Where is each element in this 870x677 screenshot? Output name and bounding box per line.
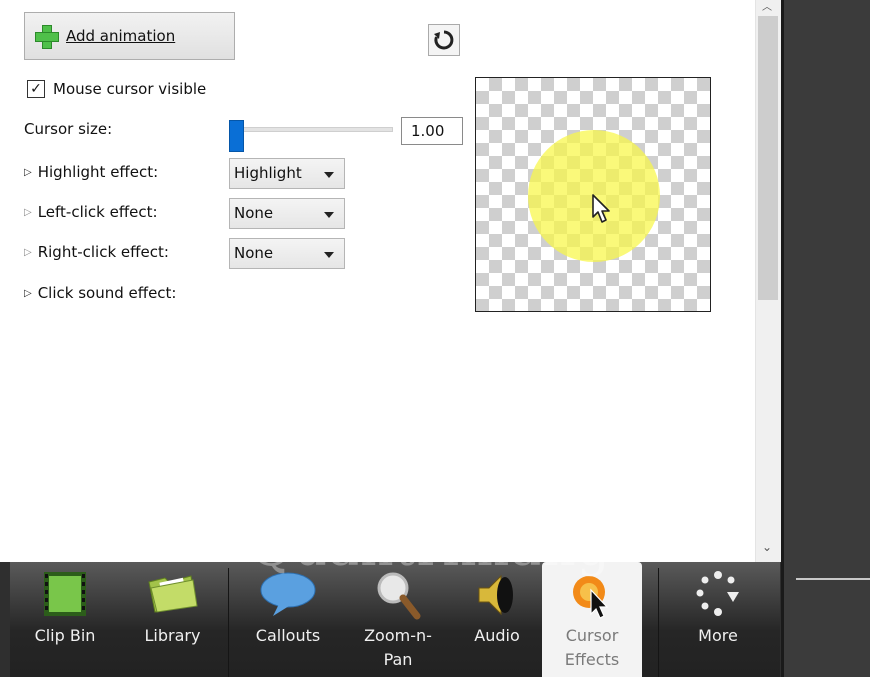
plus-icon: [34, 24, 59, 49]
more-dots-icon: [696, 571, 739, 616]
chevron-down-icon: [324, 212, 334, 218]
task-tabs-bar: Clip Bin Library Callouts Zoom-n- Pan Au…: [0, 562, 781, 677]
vertical-scrollbar[interactable]: ︿ ⌄: [755, 0, 781, 562]
timeline-divider: [796, 578, 870, 580]
right-click-effect-value: None: [234, 244, 274, 262]
slider-track: [229, 127, 393, 132]
click-sound-effect-row[interactable]: ▷ Click sound effect:: [24, 284, 176, 302]
cursor-size-input[interactable]: 1.00: [401, 117, 463, 145]
tab-label: More: [698, 626, 738, 645]
tab-zoom-n-pan[interactable]: Zoom-n- Pan: [344, 562, 452, 677]
expand-triangle-icon[interactable]: ▷: [24, 167, 32, 178]
right-click-effect-label: Right-click effect:: [37, 243, 169, 261]
left-click-effect-row[interactable]: ▷ Left-click effect:: [24, 203, 158, 221]
highlight-effect-label: Highlight effect:: [37, 163, 159, 181]
tab-more[interactable]: More: [662, 562, 774, 677]
left-click-effect-label: Left-click effect:: [37, 203, 158, 221]
cursor-effects-icon: [573, 576, 609, 619]
scrollbar-thumb[interactable]: [758, 16, 778, 300]
task-tabs: Clip Bin Library Callouts Zoom-n- Pan Au…: [10, 562, 780, 677]
speaker-icon: [478, 574, 513, 616]
cursor-size-slider[interactable]: [229, 120, 393, 152]
film-strip-icon: [44, 572, 86, 616]
tab-library[interactable]: Library: [120, 562, 225, 677]
tab-label: Audio: [474, 626, 520, 645]
expand-triangle-icon[interactable]: ▷: [24, 207, 32, 218]
highlight-effect-row[interactable]: ▷ Highlight effect:: [24, 163, 158, 181]
click-sound-effect-label: Click sound effect:: [37, 284, 177, 302]
expand-triangle-icon[interactable]: ▷: [24, 288, 32, 299]
tab-label: Clip Bin: [34, 626, 96, 645]
highlight-effect-dropdown[interactable]: Highlight: [229, 158, 345, 189]
tab-label: Zoom-n- Pan: [364, 626, 432, 669]
chevron-down-icon: [324, 172, 334, 178]
tab-callouts[interactable]: Callouts: [232, 562, 344, 677]
reset-button[interactable]: [428, 24, 460, 56]
mouse-cursor-visible-row[interactable]: ✓ Mouse cursor visible: [27, 80, 206, 98]
cursor-size-label-text: Cursor size:: [24, 120, 113, 138]
slider-handle[interactable]: [229, 120, 244, 152]
scroll-up-icon[interactable]: ︿: [762, 0, 772, 13]
tab-separator: [658, 568, 659, 677]
left-click-effect-dropdown[interactable]: None: [229, 198, 345, 229]
mouse-cursor-visible-label: Mouse cursor visible: [53, 80, 207, 98]
left-click-effect-value: None: [234, 204, 274, 222]
cursor-arrow-icon: [592, 194, 610, 223]
tab-label: Callouts: [255, 626, 321, 645]
highlight-effect-value: Highlight: [234, 164, 302, 182]
scroll-down-icon[interactable]: ⌄: [762, 540, 772, 554]
chevron-down-icon: [324, 252, 334, 258]
reset-icon: [434, 30, 454, 50]
cursor-preview: [475, 77, 711, 312]
right-click-effect-dropdown[interactable]: None: [229, 238, 345, 269]
mouse-cursor-visible-checkbox[interactable]: ✓: [27, 80, 45, 98]
tab-audio[interactable]: Audio: [452, 562, 542, 677]
tab-label: Cursor Effects: [564, 626, 620, 669]
magnifier-icon: [377, 572, 421, 620]
tab-clip-bin[interactable]: Clip Bin: [10, 562, 120, 677]
speech-bubble-icon: [260, 572, 316, 616]
tab-label: Library: [144, 626, 201, 645]
folder-icon: [147, 575, 198, 613]
tab-cursor-effects[interactable]: Cursor Effects: [542, 562, 642, 677]
cursor-size-label: Cursor size:: [24, 120, 112, 138]
add-animation-label: Add animation: [66, 27, 176, 45]
right-click-effect-row[interactable]: ▷ Right-click effect:: [24, 243, 169, 261]
timeline-panel: [781, 0, 870, 677]
expand-triangle-icon[interactable]: ▷: [24, 247, 32, 258]
add-animation-button[interactable]: Add animation: [24, 12, 235, 60]
tab-separator: [228, 568, 229, 677]
